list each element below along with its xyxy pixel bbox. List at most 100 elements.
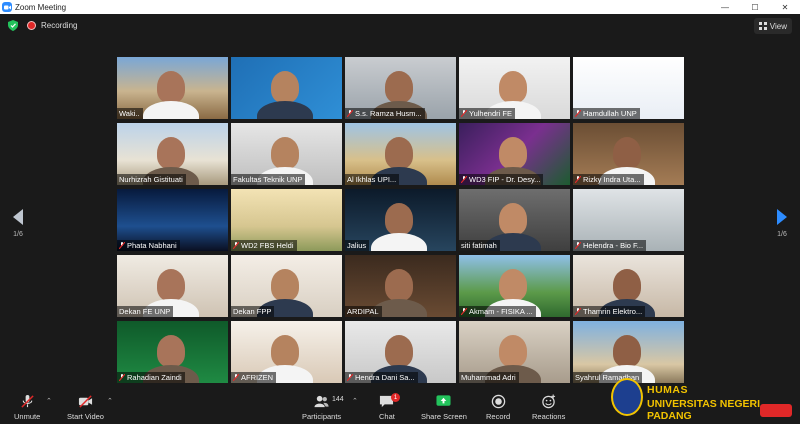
participant-video (157, 335, 185, 367)
share-screen-icon (436, 395, 451, 406)
participant-video (613, 335, 641, 367)
share-screen-label: Share Screen (421, 412, 467, 421)
participant-tile[interactable]: WD2 FBS Heldi (231, 189, 342, 251)
participant-tile[interactable]: siti fatimah (459, 189, 570, 251)
participant-tile[interactable]: Dekan FE UNP (117, 255, 228, 317)
video-grid: Waki.. S.s. Ramza Husm... Yulhendri FE Hamd… (117, 57, 684, 383)
participant-video (385, 203, 413, 235)
participant-tile[interactable]: Waki.. (117, 57, 228, 119)
participant-tile[interactable]: ARDIPAL (345, 255, 456, 317)
participant-name-label: Al Ikhlas UPI... (345, 174, 400, 185)
participants-label: Participants (302, 412, 342, 421)
participant-name: Al Ikhlas UPI... (347, 175, 397, 184)
record-icon (491, 394, 505, 409)
participant-name: Yulhendri FE (469, 109, 512, 118)
participant-tile[interactable]: Syahrul Ramadhan (573, 321, 684, 383)
participant-tile[interactable]: Dekan FPP (231, 255, 342, 317)
video-options-caret[interactable]: ⌃ (107, 397, 113, 405)
participant-tile[interactable]: WD3 FIP - Dr. Desy... (459, 123, 570, 185)
participant-video (271, 269, 299, 301)
participant-tile[interactable]: Hendra Dani Sa... (345, 321, 456, 383)
participant-name-label: WD2 FBS Heldi (231, 240, 297, 251)
start-video-label: Start Video (67, 412, 104, 421)
participants-options-caret[interactable]: ⌃ (352, 397, 358, 405)
participant-name-label: Dekan FPP (231, 306, 275, 317)
share-screen-button[interactable]: Share Screen (421, 394, 467, 421)
chat-label: Chat (379, 412, 395, 421)
close-button[interactable]: ✕ (770, 0, 800, 14)
view-button[interactable]: View (753, 18, 792, 34)
chat-badge: 1 (391, 393, 400, 402)
participant-tile[interactable]: Fakultas Teknik UNP (231, 123, 342, 185)
reactions-label: Reactions (532, 412, 566, 421)
view-label: View (769, 21, 787, 31)
reactions-icon (542, 394, 556, 409)
participant-tile[interactable] (231, 57, 342, 119)
participant-name: Rizky Indra Uta... (583, 175, 641, 184)
recording-icon (27, 21, 36, 30)
maximize-button[interactable]: ☐ (740, 0, 770, 14)
participant-name: WD3 FIP - Dr. Desy... (469, 175, 541, 184)
participant-name-label: Rahadian Zaindi (117, 372, 185, 383)
participant-name: Nurhizrah Gistituati (119, 175, 183, 184)
recording-label: Recording (41, 21, 78, 30)
mic-off-icon (575, 308, 581, 315)
record-button[interactable]: Record (486, 394, 510, 421)
participants-count: 144 (332, 396, 344, 403)
participant-name-label: S.s. Ramza Husm... (345, 108, 425, 119)
participant-tile[interactable]: AFRIZEN (231, 321, 342, 383)
participant-name: ARDIPAL (347, 307, 379, 316)
participant-tile[interactable]: Jalius (345, 189, 456, 251)
participant-name-label: Waki.. (117, 108, 143, 119)
title-bar: Zoom Meeting — ☐ ✕ (0, 0, 800, 14)
participant-name: Dekan FE UNP (119, 307, 171, 316)
participant-tile[interactable]: Nurhizrah Gistituati (117, 123, 228, 185)
participant-body (257, 101, 313, 119)
humas-line-2: UNIVERSITAS NEGERI PADANG (647, 398, 760, 422)
audio-options-caret[interactable]: ⌃ (46, 397, 52, 405)
participant-name: Akmam - FISIKA ... (469, 307, 533, 316)
participant-video (499, 335, 527, 367)
prev-page-button[interactable]: 1/6 (8, 209, 28, 238)
shield-icon[interactable] (8, 20, 18, 31)
participant-tile[interactable]: Al Ikhlas UPI... (345, 123, 456, 185)
participant-tile[interactable]: Thamrin Elektro... (573, 255, 684, 317)
mic-off-icon (347, 110, 353, 117)
participant-name: Helendra - Bio F... (583, 241, 644, 250)
participant-video (271, 71, 299, 103)
mic-off-icon (119, 242, 125, 249)
video-off-icon (78, 395, 93, 408)
participant-tile[interactable]: Muhammad Adri (459, 321, 570, 383)
mic-off-icon (347, 374, 353, 381)
minimize-button[interactable]: — (710, 0, 740, 14)
participant-tile[interactable]: Rizky Indra Uta... (573, 123, 684, 185)
participant-name: siti fatimah (461, 241, 497, 250)
page-indicator-left: 1/6 (13, 231, 23, 238)
participant-tile[interactable]: Hamdullah UNP (573, 57, 684, 119)
participant-name: WD2 FBS Heldi (241, 241, 294, 250)
participant-tile[interactable]: S.s. Ramza Husm... (345, 57, 456, 119)
participant-tile[interactable]: Yulhendri FE (459, 57, 570, 119)
participant-name-label: AFRIZEN (231, 372, 277, 383)
unmute-label: Unmute (14, 412, 41, 421)
participant-video (385, 137, 413, 169)
participant-name: Rahadian Zaindi (127, 373, 182, 382)
participant-name: Fakultas Teknik UNP (233, 175, 303, 184)
participant-tile[interactable]: Akmam - FISIKA ... (459, 255, 570, 317)
start-video-button[interactable]: Start Video (67, 394, 104, 421)
participant-tile[interactable]: Helendra - Bio F... (573, 189, 684, 251)
participant-name: Thamrin Elektro... (583, 307, 643, 316)
participant-name: Hamdullah UNP (583, 109, 637, 118)
participant-name: Phata Nabhani (127, 241, 177, 250)
participant-video (385, 335, 413, 367)
next-page-button[interactable]: 1/6 (772, 209, 792, 238)
participant-name: Muhammad Adri (461, 373, 516, 382)
participant-name-label: Helendra - Bio F... (573, 240, 647, 251)
view-icon (758, 22, 767, 30)
participant-name-label: Yulhendri FE (459, 108, 515, 119)
participant-tile[interactable]: Rahadian Zaindi (117, 321, 228, 383)
reactions-button[interactable]: Reactions (532, 394, 565, 421)
unmute-button[interactable]: Unmute (14, 394, 40, 421)
participant-tile[interactable]: Phata Nabhani (117, 189, 228, 251)
participant-video (385, 71, 413, 103)
